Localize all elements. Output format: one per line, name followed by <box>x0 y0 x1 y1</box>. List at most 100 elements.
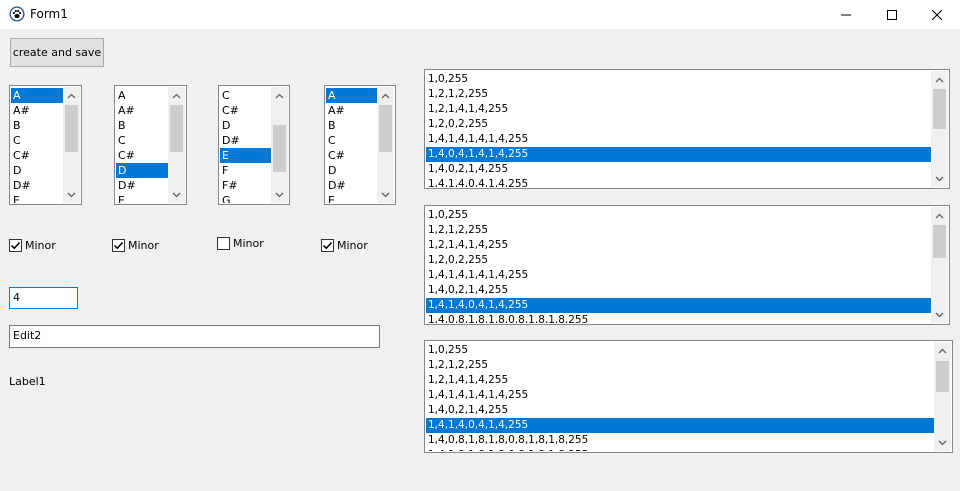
list-item[interactable]: B <box>116 118 168 133</box>
list-item[interactable]: 1,4,1,4,1,4,1,4,255 <box>426 132 931 147</box>
list-item[interactable]: A <box>116 88 168 103</box>
scroll-thumb[interactable] <box>933 225 946 258</box>
listbox-scrollbar[interactable] <box>271 87 288 203</box>
minor-checkbox-2[interactable]: Minor <box>112 237 159 253</box>
list-item-selected[interactable]: 1,4,0,4,1,4,1,4,255 <box>426 147 931 162</box>
scroll-down-icon[interactable] <box>934 434 951 451</box>
list-item[interactable]: 1,0,255 <box>426 72 931 87</box>
list-item[interactable]: D# <box>326 178 377 193</box>
scroll-up-icon[interactable] <box>377 87 394 104</box>
list-item[interactable]: G <box>220 193 271 203</box>
sequence-listbox-2[interactable]: 1,0,255 1,2,1,2,255 1,2,1,4,1,4,255 1,2,0,2… <box>424 205 950 325</box>
list-item[interactable]: 1,2,1,4,1,4,255 <box>426 102 931 117</box>
minimize-button[interactable] <box>823 0 869 29</box>
list-item[interactable]: 1,4,0,8,1,8,1,8,0,8,1,8,1,8,255 <box>426 433 934 448</box>
list-item-selected[interactable]: D <box>116 163 168 178</box>
create-and-save-button[interactable]: create and save <box>10 38 104 67</box>
scroll-thumb[interactable] <box>936 361 949 392</box>
scroll-up-icon[interactable] <box>271 87 288 104</box>
scroll-thumb[interactable] <box>170 105 183 152</box>
list-item[interactable]: 1,2,1,4,1,4,255 <box>426 373 934 388</box>
list-item[interactable]: 1,4,1,4,1,4,1,4,255 <box>426 388 934 403</box>
scroll-up-icon[interactable] <box>931 71 948 88</box>
list-item[interactable]: D <box>326 163 377 178</box>
list-item-selected[interactable]: 1,4,1,4,0,4,1,4,255 <box>426 418 934 433</box>
list-item[interactable]: E <box>11 193 63 203</box>
note-listbox-4[interactable]: A A# B C C# D D# E <box>324 85 396 205</box>
list-item[interactable]: D# <box>11 178 63 193</box>
list-item-selected[interactable]: E <box>220 148 271 163</box>
listbox-scrollbar[interactable] <box>168 87 185 203</box>
sequence-listbox-1[interactable]: 1,0,255 1,2,1,2,255 1,2,1,4,1,4,255 1,2,0,2… <box>424 69 950 189</box>
checkbox-box[interactable] <box>112 238 125 252</box>
list-item[interactable]: C# <box>11 148 63 163</box>
list-item[interactable]: 1,2,1,4,1,4,255 <box>426 238 931 253</box>
close-button[interactable] <box>914 0 960 29</box>
edit2-input[interactable]: Edit2 <box>9 325 380 348</box>
list-item[interactable]: C <box>116 133 168 148</box>
maximize-button[interactable] <box>869 0 915 29</box>
scroll-up-icon[interactable] <box>931 207 948 224</box>
scroll-down-icon[interactable] <box>377 186 394 203</box>
list-item-selected[interactable]: 1,4,1,4,0,4,1,4,255 <box>426 298 931 313</box>
scroll-down-icon[interactable] <box>931 306 948 323</box>
minor-checkbox-1[interactable]: Minor <box>9 237 56 253</box>
list-item[interactable]: C# <box>326 148 377 163</box>
list-item[interactable]: 1,2,0,2,255 <box>426 117 931 132</box>
scroll-thumb[interactable] <box>273 125 286 172</box>
listbox-scrollbar[interactable] <box>934 342 951 451</box>
list-item[interactable]: 1,4,0,8,1,8,1,8,0,8,1,8,1,8,255 <box>426 313 931 323</box>
list-item[interactable]: F <box>220 163 271 178</box>
list-item[interactable]: 1,4,1,4,0,4,1,4,255 <box>426 177 931 187</box>
list-item[interactable]: D# <box>220 133 271 148</box>
list-item[interactable]: 1,2,1,2,255 <box>426 223 931 238</box>
list-item[interactable]: 1,2,1,2,255 <box>426 87 931 102</box>
list-item[interactable]: A# <box>11 103 63 118</box>
listbox-scrollbar[interactable] <box>63 87 80 203</box>
list-item[interactable]: D <box>220 118 271 133</box>
scroll-thumb[interactable] <box>379 105 392 152</box>
list-item[interactable]: C <box>11 133 63 148</box>
list-item-selected[interactable]: A <box>11 88 63 103</box>
list-item[interactable]: 1,0,255 <box>426 208 931 223</box>
scroll-up-icon[interactable] <box>934 342 951 359</box>
list-item-selected[interactable]: A <box>326 88 377 103</box>
listbox-scrollbar[interactable] <box>931 71 948 187</box>
scroll-down-icon[interactable] <box>271 186 288 203</box>
list-item[interactable]: 1,4,0,2,1,4,255 <box>426 162 931 177</box>
scroll-down-icon[interactable] <box>168 186 185 203</box>
scroll-up-icon[interactable] <box>168 87 185 104</box>
note-listbox-1[interactable]: A A# B C C# D D# E <box>9 85 82 205</box>
list-item[interactable]: 1,4,1,4,1,4,1,4,255 <box>426 268 931 283</box>
list-item[interactable]: B <box>326 118 377 133</box>
list-item[interactable]: C <box>326 133 377 148</box>
list-item[interactable]: E <box>326 193 377 203</box>
list-item[interactable]: F# <box>220 178 271 193</box>
edit1-input[interactable]: 4 <box>9 287 78 309</box>
list-item[interactable]: 1,2,0,2,255 <box>426 253 931 268</box>
list-item[interactable]: 1,0,255 <box>426 343 934 358</box>
list-item[interactable]: A# <box>116 103 168 118</box>
list-item[interactable]: D# <box>116 178 168 193</box>
list-item[interactable]: 1,4,0,2,1,4,255 <box>426 403 934 418</box>
scroll-thumb[interactable] <box>933 89 946 129</box>
minor-checkbox-3[interactable]: Minor <box>217 235 264 251</box>
list-item[interactable]: A# <box>326 103 377 118</box>
list-item[interactable]: 1,2,1,2,255 <box>426 358 934 373</box>
minor-checkbox-4[interactable]: Minor <box>321 237 368 253</box>
checkbox-box[interactable] <box>321 238 334 252</box>
list-item[interactable]: C# <box>220 103 271 118</box>
list-item[interactable]: D <box>11 163 63 178</box>
list-item[interactable]: 1,4,1,8,1,8,1,8,0,8,1,8,1,8,255 <box>426 448 934 451</box>
note-listbox-3[interactable]: C C# D D# E F F# G <box>218 85 290 205</box>
list-item[interactable]: E <box>116 193 168 203</box>
list-item[interactable]: C# <box>116 148 168 163</box>
listbox-scrollbar[interactable] <box>931 207 948 323</box>
scroll-up-icon[interactable] <box>63 87 80 104</box>
scroll-down-icon[interactable] <box>931 170 948 187</box>
note-listbox-2[interactable]: A A# B C C# D D# E <box>114 85 187 205</box>
list-item[interactable]: B <box>11 118 63 133</box>
list-item[interactable]: 1,4,0,2,1,4,255 <box>426 283 931 298</box>
scroll-thumb[interactable] <box>65 105 78 152</box>
checkbox-box[interactable] <box>9 238 22 252</box>
